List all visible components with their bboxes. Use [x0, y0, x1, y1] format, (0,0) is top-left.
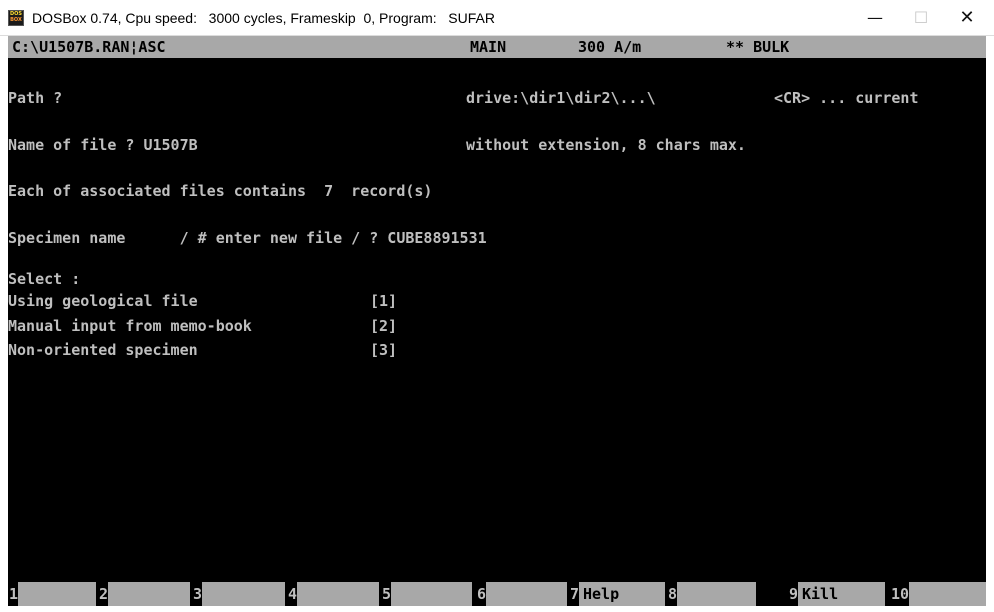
fkey-5-label[interactable]: [391, 582, 472, 606]
status-path: C:\U1507B.RAN¦ASC: [12, 38, 166, 56]
path-current-hint: <CR> ... current: [774, 89, 919, 107]
fkey-3-number[interactable]: 3: [190, 582, 202, 606]
fkey-7-number[interactable]: 7: [567, 582, 579, 606]
filename-hint: without extension, 8 chars max.: [466, 136, 746, 154]
records-info: Each of associated files contains 7 reco…: [8, 182, 433, 200]
fkey-6-number[interactable]: 6: [472, 582, 486, 606]
option-label-3[interactable]: Non-oriented specimen: [8, 340, 198, 360]
app-icon-text-bottom: BOX: [10, 17, 22, 23]
option-label-2[interactable]: Manual input from memo-book: [8, 316, 252, 336]
path-hint: drive:\dir1\dir2\...\: [466, 89, 656, 107]
status-field: 300 A/m: [578, 38, 642, 56]
option-key-2[interactable]: [2]: [370, 316, 397, 336]
fkey-7-label[interactable]: Help: [579, 582, 665, 606]
fkey-1-label[interactable]: [18, 582, 96, 606]
option-label-1[interactable]: Using geological file: [8, 291, 198, 311]
filename-prompt: Name of file ? U1507B: [8, 136, 198, 154]
minimize-button[interactable]: —: [852, 0, 898, 36]
fkey-10-label[interactable]: [909, 582, 986, 606]
option-key-1[interactable]: [1]: [370, 291, 397, 311]
status-mode: MAIN: [470, 38, 507, 56]
window-titlebar: DOS BOX DOSBox 0.74, Cpu speed: 3000 cyc…: [0, 0, 994, 36]
fkey-10-number[interactable]: 10: [885, 582, 909, 606]
specimen-prompt[interactable]: Specimen name / # enter new file / ? CUB…: [8, 228, 487, 248]
close-button[interactable]: ✕: [944, 0, 990, 36]
fkey-2-number[interactable]: 2: [96, 582, 108, 606]
fkey-6-label[interactable]: [486, 582, 567, 606]
fkey-9-number[interactable]: 9: [756, 582, 798, 606]
fkey-4-number[interactable]: 4: [285, 582, 297, 606]
dosbox-app-icon[interactable]: DOS BOX: [8, 10, 24, 26]
function-key-bar: 1 2 3 4 5 6 7 Help 8 9 Kill 10: [8, 582, 986, 606]
fkey-3-label[interactable]: [202, 582, 285, 606]
path-prompt: Path ?: [8, 89, 63, 107]
option-key-3[interactable]: [3]: [370, 340, 397, 360]
fkey-4-label[interactable]: [297, 582, 379, 606]
select-label: Select :: [8, 270, 81, 288]
dos-screen[interactable]: C:\U1507B.RAN¦ASC MAIN 300 A/m ** BULK P…: [8, 36, 986, 606]
status-bar: C:\U1507B.RAN¦ASC MAIN 300 A/m ** BULK: [8, 36, 986, 58]
fkey-8-number[interactable]: 8: [665, 582, 677, 606]
fkey-1-number[interactable]: 1: [8, 582, 18, 606]
fkey-5-number[interactable]: 5: [379, 582, 391, 606]
fkey-9-label[interactable]: Kill: [798, 582, 885, 606]
fkey-2-label[interactable]: [108, 582, 190, 606]
fkey-8-label[interactable]: [677, 582, 756, 606]
status-type: ** BULK: [726, 38, 790, 56]
maximize-button[interactable]: ☐: [898, 0, 944, 36]
window-title: DOSBox 0.74, Cpu speed: 3000 cycles, Fra…: [32, 10, 495, 26]
